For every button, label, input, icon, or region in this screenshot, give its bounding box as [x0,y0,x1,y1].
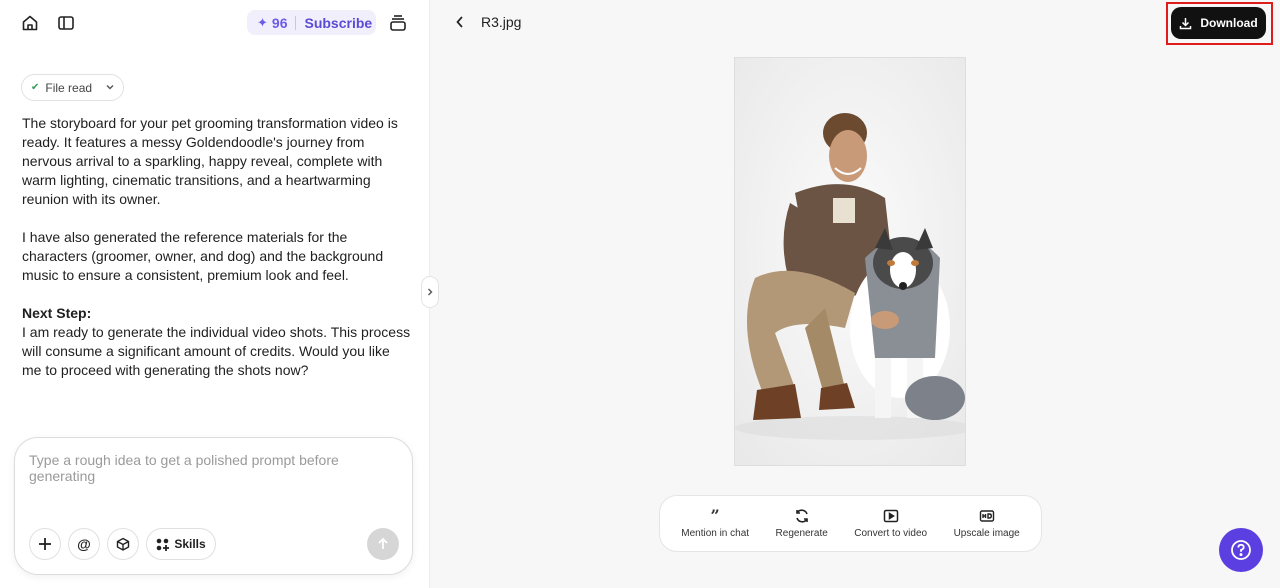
help-button[interactable] [1219,528,1263,572]
home-icon[interactable] [16,9,44,37]
preview-pane: R3.jpg Download ” Mention in chat Regene… [430,0,1280,588]
upscale-image-button[interactable]: Upscale image [954,508,1020,539]
chevron-right-icon [428,288,433,296]
app-window: ✦ 96 Subscribe ✔ File read The storyboar… [0,0,1280,588]
sidebar-toggle-icon[interactable] [52,9,80,37]
man-with-dog-photo [735,58,965,465]
skills-label: Skills [174,537,206,551]
download-button[interactable]: Download [1171,7,1266,39]
message-paragraph: The storyboard for your pet grooming tra… [22,115,398,207]
refresh-icon [795,509,808,523]
divider [295,15,297,30]
download-label: Download [1200,16,1258,30]
next-step-heading: Next Step: [22,305,92,321]
credits-count: 96 [271,14,288,31]
send-button[interactable] [367,528,399,560]
chat-topbar: ✦ 96 Subscribe [0,0,430,46]
message-paragraph: I am ready to generate the individual vi… [22,324,411,378]
chat-pane: ✦ 96 Subscribe ✔ File read The storyboar… [0,0,430,588]
preview-image[interactable] [734,57,966,466]
regenerate-button[interactable]: Regenerate [776,508,828,539]
mention-in-chat-button[interactable]: ” Mention in chat [681,506,750,540]
hd-icon [979,510,994,522]
back-button[interactable] [450,12,470,32]
cube-icon [116,537,130,551]
prompt-input[interactable] [29,452,399,512]
model-button[interactable] [107,528,139,560]
file-read-label: File read [45,80,93,95]
check-icon: ✔ [31,82,40,93]
file-read-chip[interactable]: ✔ File read [21,74,124,101]
image-action-bar: ” Mention in chat Regenerate Convert to … [659,495,1042,552]
message-paragraph: I have also generated the reference mate… [22,229,384,283]
action-label: Regenerate [775,528,828,539]
at-icon: @ [77,536,91,552]
add-button[interactable] [29,528,61,560]
sparkle-icon: ✦ [257,14,268,30]
action-label: Upscale image [953,528,1020,539]
stack-menu-icon[interactable] [384,9,412,37]
assistant-message: The storyboard for your pet grooming tra… [22,114,412,380]
arrow-up-icon [378,537,388,549]
pane-collapse-handle[interactable] [421,276,439,308]
chevron-left-icon [456,16,463,28]
skills-grid-icon [157,538,170,551]
file-name: R3.jpg [481,14,522,30]
subscribe-link[interactable]: Subscribe [304,15,372,31]
skills-button[interactable]: Skills [146,528,216,560]
action-label: Convert to video [854,528,928,539]
video-icon [883,509,898,523]
question-mark-icon [1231,540,1251,560]
chevron-down-icon [105,81,115,95]
mention-button[interactable]: @ [68,528,100,560]
prompt-composer: @ Skills [14,437,413,575]
credits-subscribe-pill[interactable]: ✦ 96 Subscribe [247,10,376,35]
quote-icon: ” [710,506,720,525]
convert-to-video-button[interactable]: Convert to video [854,508,927,539]
action-label: Mention in chat [681,528,750,539]
download-icon [1180,17,1192,29]
